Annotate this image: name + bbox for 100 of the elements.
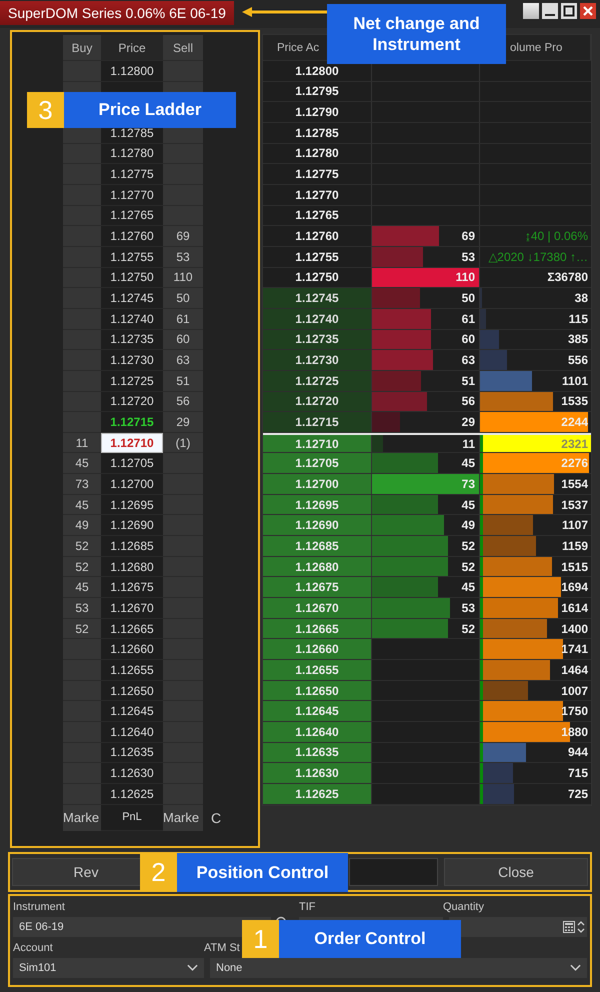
buy-cell[interactable] — [63, 61, 101, 82]
price-cell[interactable]: 1.12650 — [101, 680, 163, 702]
buy-cell[interactable]: 52 — [63, 536, 101, 557]
sell-cell[interactable] — [163, 701, 203, 722]
chevron-icon[interactable] — [570, 964, 581, 972]
price-cell[interactable]: 1.12740 — [101, 308, 163, 330]
buy-cell[interactable]: 11 — [63, 432, 101, 454]
sell-cell[interactable]: 69 — [163, 226, 203, 247]
buy-cell[interactable] — [63, 308, 101, 330]
buy-cell[interactable] — [63, 370, 101, 392]
sell-cell[interactable] — [163, 680, 203, 702]
price-cell[interactable]: 1.12710 — [101, 432, 163, 454]
price-cell[interactable]: 1.12755 — [101, 246, 163, 268]
sell-cell[interactable] — [163, 515, 203, 536]
price-cell[interactable]: 1.12675 — [101, 577, 163, 598]
sell-cell[interactable] — [163, 577, 203, 598]
sell-cell[interactable] — [163, 763, 203, 784]
price-cell[interactable]: 1.12630 — [101, 763, 163, 784]
pnl-cell[interactable]: PnL — [101, 804, 163, 831]
sell-cell[interactable]: 61 — [163, 308, 203, 330]
sell-cell[interactable] — [163, 742, 203, 764]
price-cell[interactable]: 1.12745 — [101, 288, 163, 309]
price-cell[interactable]: 1.12660 — [101, 639, 163, 660]
sell-cell[interactable]: 50 — [163, 288, 203, 309]
price-cell[interactable]: 1.12705 — [101, 453, 163, 474]
buy-cell[interactable] — [63, 184, 101, 206]
position-button[interactable] — [349, 858, 438, 886]
price-cell[interactable]: 1.12770 — [101, 184, 163, 206]
price-cell[interactable]: 1.12670 — [101, 598, 163, 619]
maximize-icon[interactable] — [561, 3, 577, 19]
sell-cell[interactable] — [163, 639, 203, 660]
buy-cell[interactable] — [63, 701, 101, 722]
close-icon[interactable] — [580, 3, 596, 19]
sell-cell[interactable] — [163, 660, 203, 681]
buy-cell[interactable] — [63, 268, 101, 288]
buy-cell[interactable]: 52 — [63, 556, 101, 578]
buy-cell[interactable] — [63, 412, 101, 433]
buy-cell[interactable] — [63, 288, 101, 309]
calculator-icon[interactable] — [563, 921, 575, 933]
sell-cell[interactable]: 60 — [163, 330, 203, 350]
sell-cell[interactable]: 53 — [163, 246, 203, 268]
buy-cell[interactable] — [63, 144, 101, 164]
sell-cell[interactable]: 63 — [163, 350, 203, 371]
buy-cell[interactable] — [63, 742, 101, 764]
price-cell[interactable]: 1.12720 — [101, 392, 163, 412]
chevron-icon[interactable] — [187, 964, 198, 972]
buy-cell[interactable]: 49 — [63, 515, 101, 536]
price-cell[interactable]: 1.12700 — [101, 474, 163, 495]
buy-cell[interactable] — [63, 350, 101, 371]
sell-cell[interactable]: 29 — [163, 412, 203, 433]
sell-cell[interactable] — [163, 598, 203, 619]
price-cell[interactable]: 1.12765 — [101, 206, 163, 226]
sell-cell[interactable] — [163, 453, 203, 474]
spinner-icon[interactable] — [577, 920, 585, 934]
price-cell[interactable]: 1.12695 — [101, 494, 163, 516]
buy-cell[interactable]: 45 — [63, 577, 101, 598]
price-cell[interactable]: 1.12735 — [101, 330, 163, 350]
price-cell[interactable]: 1.12725 — [101, 370, 163, 392]
buy-cell[interactable] — [63, 660, 101, 681]
buy-cell[interactable] — [63, 784, 101, 805]
buy-cell[interactable] — [63, 330, 101, 350]
buy-cell[interactable]: 73 — [63, 474, 101, 495]
atm-strategy-dropdown[interactable]: None — [210, 958, 587, 978]
buy-cell[interactable] — [63, 164, 101, 185]
buy-cell[interactable]: 45 — [63, 494, 101, 516]
buy-cell[interactable] — [63, 763, 101, 784]
buy-cell[interactable] — [63, 246, 101, 268]
buy-cell[interactable] — [63, 639, 101, 660]
price-cell[interactable]: 1.12625 — [101, 784, 163, 805]
price-cell[interactable]: 1.12760 — [101, 226, 163, 247]
sell-cell[interactable] — [163, 784, 203, 805]
sell-cell[interactable] — [163, 61, 203, 82]
sell-cell[interactable] — [163, 184, 203, 206]
sell-cell[interactable]: 56 — [163, 392, 203, 412]
buy-cell[interactable]: 45 — [63, 453, 101, 474]
price-cell[interactable]: 1.12780 — [101, 144, 163, 164]
price-cell[interactable]: 1.12680 — [101, 556, 163, 578]
sell-cell[interactable] — [163, 722, 203, 743]
price-cell[interactable]: 1.12655 — [101, 660, 163, 681]
price-cell[interactable]: 1.12685 — [101, 536, 163, 557]
sell-cell[interactable]: 51 — [163, 370, 203, 392]
price-cell[interactable]: 1.12665 — [101, 618, 163, 640]
buy-cell[interactable]: 52 — [63, 618, 101, 640]
price-cell[interactable]: 1.12775 — [101, 164, 163, 185]
sell-cell[interactable] — [163, 474, 203, 495]
price-cell[interactable]: 1.12730 — [101, 350, 163, 371]
sell-cell[interactable] — [163, 618, 203, 640]
minimize-icon[interactable] — [542, 3, 558, 19]
sell-cell[interactable] — [163, 494, 203, 516]
price-cell[interactable]: 1.12640 — [101, 722, 163, 743]
price-cell[interactable]: 1.12690 — [101, 515, 163, 536]
sell-cell[interactable] — [163, 556, 203, 578]
close-position-button[interactable]: Close — [444, 858, 588, 886]
account-dropdown[interactable]: Sim101 — [13, 958, 204, 978]
market-button[interactable]: Marke — [163, 804, 203, 831]
sell-cell[interactable] — [163, 536, 203, 557]
sell-cell[interactable] — [163, 164, 203, 185]
buy-cell[interactable] — [63, 206, 101, 226]
buy-cell[interactable] — [63, 392, 101, 412]
buy-cell[interactable] — [63, 722, 101, 743]
